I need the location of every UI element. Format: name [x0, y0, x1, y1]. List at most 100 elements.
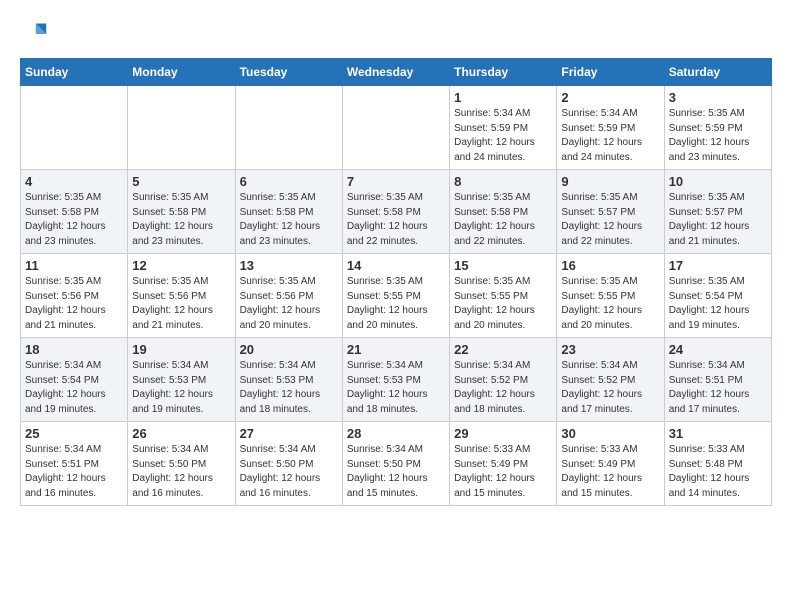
week-row-1: 1Sunrise: 5:34 AMSunset: 5:59 PMDaylight… — [21, 86, 772, 170]
calendar-cell: 8Sunrise: 5:35 AMSunset: 5:58 PMDaylight… — [450, 170, 557, 254]
day-info: Sunrise: 5:35 AMSunset: 5:54 PMDaylight:… — [669, 275, 767, 333]
day-number: 8 — [454, 174, 552, 189]
logo — [20, 20, 52, 48]
day-info: Sunrise: 5:35 AMSunset: 5:56 PMDaylight:… — [25, 275, 123, 333]
day-header-wednesday: Wednesday — [342, 59, 449, 86]
day-number: 23 — [561, 342, 659, 357]
calendar-cell: 9 Sunrise: 5:35 AMSunset: 5:57 PMDaylight… — [557, 170, 664, 254]
week-row-5: 25Sunrise: 5:34 AMSunset: 5:51 PMDayligh… — [21, 422, 772, 506]
day-info: Sunrise: 5:35 AMSunset: 5:55 PMDaylight:… — [454, 275, 552, 333]
day-info: Sunrise: 5:34 AMSunset: 5:59 PMDaylight:… — [561, 107, 659, 165]
day-info: Sunrise: 5:33 AMSunset: 5:49 PMDaylight:… — [561, 443, 659, 501]
day-header-saturday: Saturday — [664, 59, 771, 86]
day-number: 18 — [25, 342, 123, 357]
calendar-cell: 18 Sunrise: 5:34 AMSunset: 5:54 PMDayligh… — [21, 338, 128, 422]
day-info: Sunrise: 5:33 AMSunset: 5:48 PMDaylight:… — [669, 443, 767, 501]
day-number: 22 — [454, 342, 552, 357]
day-number: 20 — [240, 342, 338, 357]
week-row-3: 11 Sunrise: 5:35 AMSunset: 5:56 PMDayligh… — [21, 254, 772, 338]
day-info: Sunrise: 5:35 AMSunset: 5:56 PMDaylight:… — [240, 275, 338, 333]
calendar-cell: 30 Sunrise: 5:33 AMSunset: 5:49 PMDayligh… — [557, 422, 664, 506]
day-number: 26 — [132, 426, 230, 441]
day-info: Sunrise: 5:35 AMSunset: 5:59 PMDaylight:… — [669, 107, 767, 165]
calendar-cell: 4 Sunrise: 5:35 AMSunset: 5:58 PMDaylight… — [21, 170, 128, 254]
day-info: Sunrise: 5:35 AMSunset: 5:58 PMDaylight:… — [347, 191, 445, 249]
calendar-cell: 12 Sunrise: 5:35 AMSunset: 5:56 PMDayligh… — [128, 254, 235, 338]
day-header-sunday: Sunday — [21, 59, 128, 86]
day-header-tuesday: Tuesday — [235, 59, 342, 86]
day-number: 21 — [347, 342, 445, 357]
calendar-cell: 23 Sunrise: 5:34 AMSunset: 5:52 PMDayligh… — [557, 338, 664, 422]
day-info: Sunrise: 5:34 AMSunset: 5:53 PMDaylight:… — [132, 359, 230, 417]
day-info: Sunrise: 5:34 AMSunset: 5:50 PMDaylight:… — [240, 443, 338, 501]
week-row-4: 18 Sunrise: 5:34 AMSunset: 5:54 PMDayligh… — [21, 338, 772, 422]
day-info: Sunrise: 5:35 AMSunset: 5:57 PMDaylight:… — [561, 191, 659, 249]
calendar-cell: 11 Sunrise: 5:35 AMSunset: 5:56 PMDayligh… — [21, 254, 128, 338]
day-number: 28 — [347, 426, 445, 441]
day-info: Sunrise: 5:34 AMSunset: 5:53 PMDaylight:… — [347, 359, 445, 417]
day-number: 31 — [669, 426, 767, 441]
day-number: 6 — [240, 174, 338, 189]
calendar-table: SundayMondayTuesdayWednesdayThursdayFrid… — [20, 58, 772, 506]
calendar-body: 1Sunrise: 5:34 AMSunset: 5:59 PMDaylight… — [21, 86, 772, 506]
day-info: Sunrise: 5:34 AMSunset: 5:50 PMDaylight:… — [347, 443, 445, 501]
calendar-cell: 14Sunrise: 5:35 AMSunset: 5:55 PMDayligh… — [342, 254, 449, 338]
day-number: 16 — [561, 258, 659, 273]
calendar-cell: 25Sunrise: 5:34 AMSunset: 5:51 PMDayligh… — [21, 422, 128, 506]
calendar-cell: 1Sunrise: 5:34 AMSunset: 5:59 PMDaylight… — [450, 86, 557, 170]
day-number: 10 — [669, 174, 767, 189]
calendar-cell — [21, 86, 128, 170]
day-number: 12 — [132, 258, 230, 273]
calendar-cell: 5Sunrise: 5:35 AMSunset: 5:58 PMDaylight… — [128, 170, 235, 254]
calendar-cell: 2 Sunrise: 5:34 AMSunset: 5:59 PMDaylight… — [557, 86, 664, 170]
day-number: 27 — [240, 426, 338, 441]
calendar-cell: 31 Sunrise: 5:33 AMSunset: 5:48 PMDayligh… — [664, 422, 771, 506]
calendar-cell: 28 Sunrise: 5:34 AMSunset: 5:50 PMDayligh… — [342, 422, 449, 506]
day-info: Sunrise: 5:34 AMSunset: 5:50 PMDaylight:… — [132, 443, 230, 501]
day-number: 29 — [454, 426, 552, 441]
day-info: Sunrise: 5:35 AMSunset: 5:55 PMDaylight:… — [347, 275, 445, 333]
day-number: 13 — [240, 258, 338, 273]
day-info: Sunrise: 5:35 AMSunset: 5:58 PMDaylight:… — [25, 191, 123, 249]
day-number: 9 — [561, 174, 659, 189]
day-number: 19 — [132, 342, 230, 357]
day-number: 24 — [669, 342, 767, 357]
day-header-monday: Monday — [128, 59, 235, 86]
calendar-cell: 29Sunrise: 5:33 AMSunset: 5:49 PMDayligh… — [450, 422, 557, 506]
calendar-cell — [128, 86, 235, 170]
calendar-cell: 13 Sunrise: 5:35 AMSunset: 5:56 PMDayligh… — [235, 254, 342, 338]
day-info: Sunrise: 5:34 AMSunset: 5:52 PMDaylight:… — [454, 359, 552, 417]
day-info: Sunrise: 5:35 AMSunset: 5:58 PMDaylight:… — [240, 191, 338, 249]
calendar-cell: 10Sunrise: 5:35 AMSunset: 5:57 PMDayligh… — [664, 170, 771, 254]
day-header-friday: Friday — [557, 59, 664, 86]
day-info: Sunrise: 5:35 AMSunset: 5:56 PMDaylight:… — [132, 275, 230, 333]
day-number: 30 — [561, 426, 659, 441]
day-info: Sunrise: 5:34 AMSunset: 5:53 PMDaylight:… — [240, 359, 338, 417]
calendar-cell: 20 Sunrise: 5:34 AMSunset: 5:53 PMDayligh… — [235, 338, 342, 422]
calendar-cell: 22 Sunrise: 5:34 AMSunset: 5:52 PMDayligh… — [450, 338, 557, 422]
day-info: Sunrise: 5:34 AMSunset: 5:52 PMDaylight:… — [561, 359, 659, 417]
week-row-2: 4 Sunrise: 5:35 AMSunset: 5:58 PMDaylight… — [21, 170, 772, 254]
day-number: 17 — [669, 258, 767, 273]
calendar-cell: 7 Sunrise: 5:35 AMSunset: 5:58 PMDaylight… — [342, 170, 449, 254]
calendar-cell: 16 Sunrise: 5:35 AMSunset: 5:55 PMDayligh… — [557, 254, 664, 338]
calendar-cell — [342, 86, 449, 170]
calendar-header-row: SundayMondayTuesdayWednesdayThursdayFrid… — [21, 59, 772, 86]
calendar-cell: 24 Sunrise: 5:34 AMSunset: 5:51 PMDayligh… — [664, 338, 771, 422]
calendar-cell: 3 Sunrise: 5:35 AMSunset: 5:59 PMDaylight… — [664, 86, 771, 170]
day-number: 5 — [132, 174, 230, 189]
calendar-cell: 19 Sunrise: 5:34 AMSunset: 5:53 PMDayligh… — [128, 338, 235, 422]
day-number: 3 — [669, 90, 767, 105]
day-info: Sunrise: 5:34 AMSunset: 5:51 PMDaylight:… — [669, 359, 767, 417]
day-number: 2 — [561, 90, 659, 105]
day-number: 11 — [25, 258, 123, 273]
calendar-cell: 6 Sunrise: 5:35 AMSunset: 5:58 PMDaylight… — [235, 170, 342, 254]
day-number: 15 — [454, 258, 552, 273]
day-number: 25 — [25, 426, 123, 441]
day-number: 4 — [25, 174, 123, 189]
day-number: 7 — [347, 174, 445, 189]
day-info: Sunrise: 5:34 AMSunset: 5:54 PMDaylight:… — [25, 359, 123, 417]
day-info: Sunrise: 5:34 AMSunset: 5:59 PMDaylight:… — [454, 107, 552, 165]
calendar-cell: 15 Sunrise: 5:35 AMSunset: 5:55 PMDayligh… — [450, 254, 557, 338]
day-info: Sunrise: 5:35 AMSunset: 5:55 PMDaylight:… — [561, 275, 659, 333]
